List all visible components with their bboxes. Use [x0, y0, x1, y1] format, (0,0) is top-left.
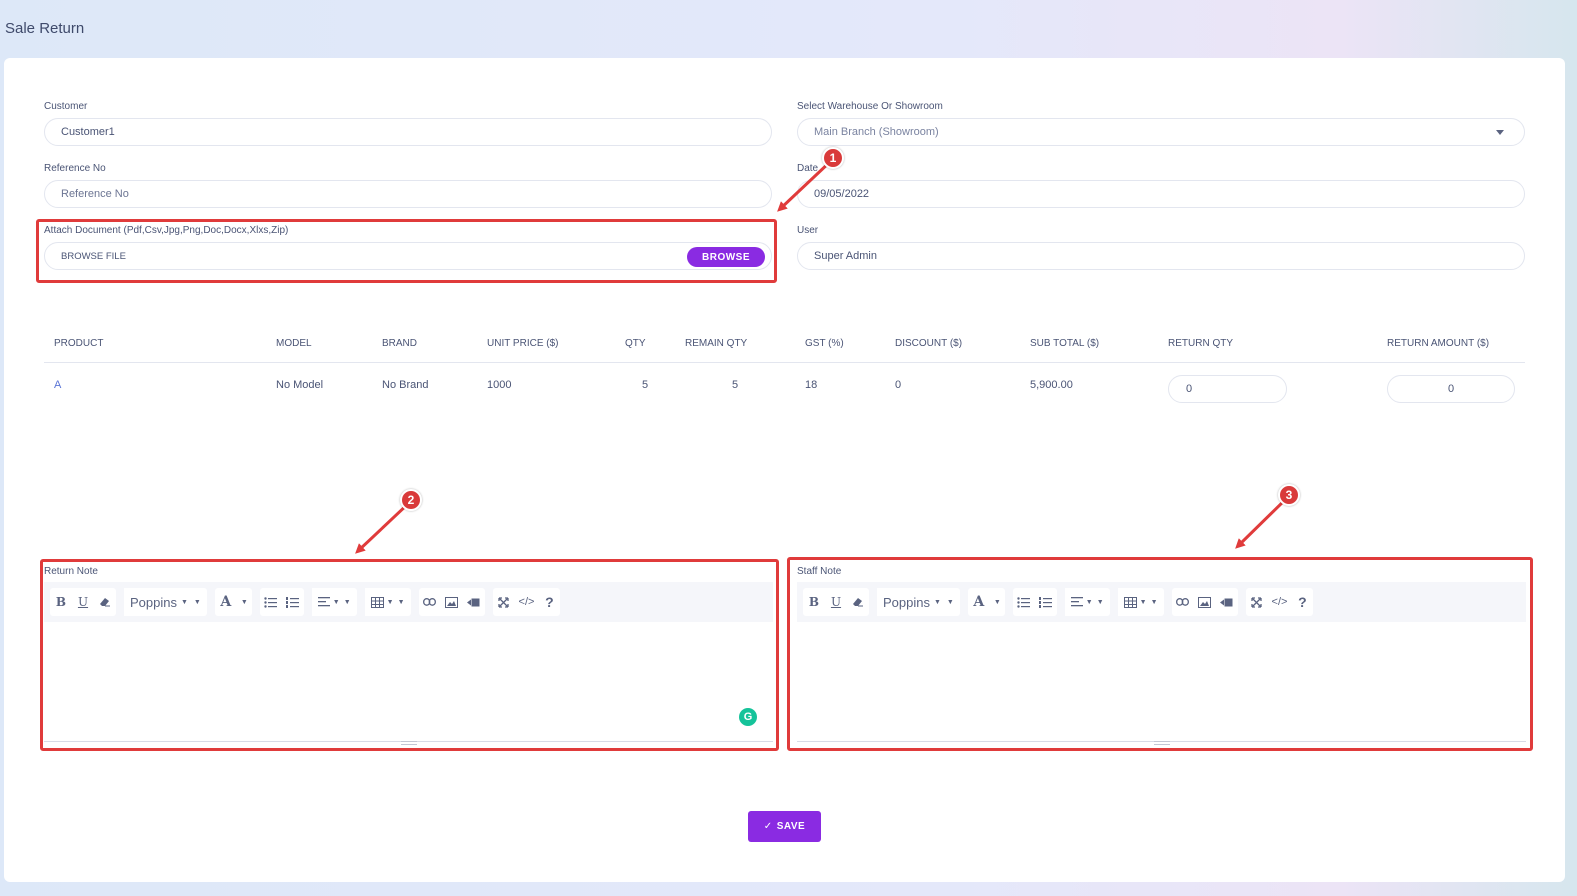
cell-gst: 18 — [805, 379, 818, 391]
col-unit-price: UNIT PRICE ($) — [487, 338, 559, 349]
customer-field[interactable]: Customer1 — [44, 118, 772, 146]
check-icon: ✓ — [763, 821, 773, 832]
page-title: Sale Return — [5, 20, 85, 37]
annotation-badge-3: 3 — [1278, 484, 1300, 506]
highlight-box-attach — [36, 219, 777, 283]
cell-remain-qty: 5 — [732, 379, 739, 391]
save-label: SAVE — [776, 821, 806, 832]
cell-brand: No Brand — [382, 379, 429, 391]
col-model: MODEL — [276, 338, 312, 349]
cell-sub-total: 5,900.00 — [1030, 379, 1073, 391]
warehouse-label: Select Warehouse Or Showroom — [797, 101, 943, 112]
save-button[interactable]: ✓ SAVE — [748, 811, 821, 842]
chevron-down-icon — [1496, 130, 1504, 135]
customer-value: Customer1 — [61, 126, 115, 138]
col-gst: GST (%) — [805, 338, 844, 349]
col-brand: BRAND — [382, 338, 418, 349]
col-sub-total: SUB TOTAL ($) — [1030, 338, 1100, 349]
annotation-badge-1: 1 — [822, 147, 844, 169]
customer-label: Customer — [44, 101, 88, 112]
user-value: Super Admin — [814, 250, 877, 262]
annotation-badge-2: 2 — [400, 489, 422, 511]
col-return-amount: RETURN AMOUNT ($) — [1387, 338, 1490, 349]
highlight-box-return-note — [40, 559, 779, 751]
date-input[interactable]: 09/05/2022 — [797, 180, 1525, 208]
date-label: Date — [797, 163, 819, 174]
table-divider — [44, 362, 1525, 363]
return-qty-value: 0 — [1186, 383, 1193, 395]
warehouse-select[interactable]: Main Branch (Showroom) — [797, 118, 1525, 146]
return-amount-input[interactable]: 0 — [1387, 375, 1515, 403]
cell-qty: 5 — [642, 379, 649, 391]
reference-placeholder: Reference No — [61, 188, 129, 200]
cell-product: A — [54, 379, 62, 391]
col-qty: QTY — [625, 338, 646, 349]
reference-label: Reference No — [44, 163, 106, 174]
col-discount: DISCOUNT ($) — [895, 338, 963, 349]
highlight-box-staff-note — [787, 557, 1533, 751]
col-remain-qty: REMAIN QTY — [685, 338, 748, 349]
return-amount-value: 0 — [1447, 383, 1455, 395]
warehouse-value: Main Branch (Showroom) — [814, 126, 939, 138]
col-product: PRODUCT — [54, 338, 104, 349]
cell-unit-price: 1000 — [487, 379, 512, 391]
return-qty-input[interactable]: 0 — [1168, 375, 1287, 403]
reference-input[interactable]: Reference No — [44, 180, 772, 208]
cell-discount: 0 — [895, 379, 902, 391]
date-value: 09/05/2022 — [814, 188, 870, 200]
user-label: User — [797, 225, 819, 236]
user-field[interactable]: Super Admin — [797, 242, 1525, 270]
col-return-qty: RETURN QTY — [1168, 338, 1233, 349]
cell-model: No Model — [276, 379, 324, 391]
